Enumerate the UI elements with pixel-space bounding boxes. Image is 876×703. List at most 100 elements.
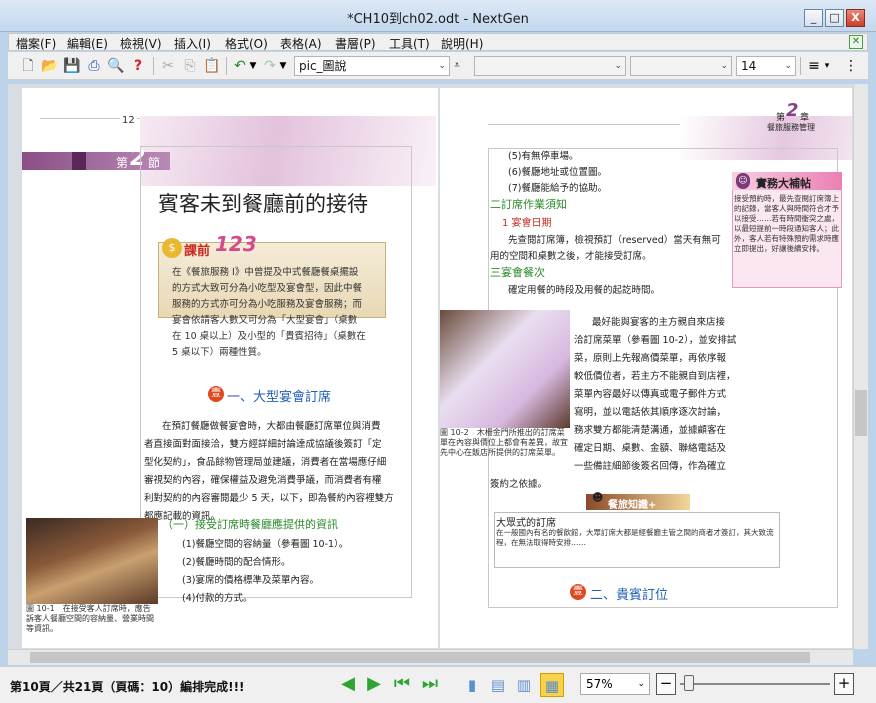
- maximize-button[interactable]: □: [825, 9, 844, 27]
- print-preview-icon[interactable]: 🔍: [106, 56, 126, 76]
- ruler-label: 12: [120, 115, 137, 126]
- status-bar: 第10頁／共21頁（頁碼：10）編排完成!!! ◀ ▶ ⏮ ⏭ ▮ ▤ ▥ ▦ …: [0, 666, 876, 703]
- section-badge: 壹: [208, 386, 224, 402]
- toolbar: 🗋 📂 💾 ⎙ 🔍 ? ✂ ⎘ 📋 ↶ ▼ ↷ ▼ pic_圖說 ⌄ ⩡ ⌄ ⌄…: [8, 52, 868, 80]
- section-prefix: 第: [116, 156, 129, 170]
- paragraph-style-select[interactable]: pic_圖說 ⌄: [294, 56, 450, 76]
- menu-insert[interactable]: 插入(I): [174, 35, 211, 52]
- two-page-view-icon[interactable]: ▥: [512, 673, 536, 697]
- print-icon[interactable]: ⎙: [84, 56, 104, 76]
- next-page-icon[interactable]: ▶: [364, 673, 384, 695]
- toolbar-overflow-icon[interactable]: ⋮: [844, 56, 858, 76]
- copy-icon[interactable]: ⎘: [180, 56, 200, 76]
- intro-line: 5 桌以下）兩種性質。: [172, 347, 267, 358]
- intro-line: 在 10 桌以上）及小型的「貴賓招待」（桌數在: [172, 331, 366, 342]
- first-page-icon[interactable]: ⏮: [392, 673, 412, 695]
- tip-box-text: 接受預約時，最先查閱訂席簿上的記錄，當客人與時間符合才予以接受……若有時間衝突之…: [734, 194, 839, 253]
- zoom-in-button[interactable]: +: [834, 673, 854, 695]
- style-menu-icon[interactable]: ⩡: [450, 56, 464, 76]
- chevron-down-icon: ⌄: [720, 61, 728, 71]
- font-name-select[interactable]: ⌄: [474, 56, 626, 76]
- coin-icon: $: [162, 238, 182, 258]
- font-style-select[interactable]: ⌄: [630, 56, 732, 76]
- redo-icon[interactable]: ↷: [260, 56, 280, 76]
- paragraph-style-value: pic_圖說: [299, 59, 347, 73]
- align-dropdown-icon[interactable]: ▾: [822, 56, 832, 76]
- align-left-icon[interactable]: ≡: [804, 56, 824, 76]
- zoom-slider-handle[interactable]: [684, 675, 694, 691]
- minimize-button[interactable]: _: [804, 9, 823, 27]
- cut-icon[interactable]: ✂: [158, 56, 178, 76]
- menu-edit[interactable]: 編輯(E): [67, 35, 108, 52]
- list-item: (5)有無停車場。: [508, 151, 579, 162]
- trivia-heading: 大眾式的訂席: [496, 518, 556, 529]
- chef-icon: ☻: [592, 491, 604, 504]
- font-size-select[interactable]: 14 ⌄: [736, 56, 796, 76]
- paste-icon[interactable]: 📋: [202, 56, 222, 76]
- pre-class-label: 課前: [184, 244, 211, 259]
- pre-class-digits: 123: [215, 232, 257, 256]
- body-line: 務求雙方都能清楚溝通，並據顧客在: [574, 425, 727, 436]
- list-item: (6)餐廳地址或位置圖。: [508, 167, 607, 178]
- right-page: 第 2 章 餐旅服務管理 (5)有無停車場。 (6)餐廳地址或位置圖。 (7)餐…: [440, 88, 852, 648]
- body-line: 一些備註細節後簽名回傳，作為確立: [574, 461, 727, 472]
- subsection-title: 二訂席作業須知: [490, 198, 567, 211]
- numbered-heading: 1 宴會日期: [502, 218, 552, 229]
- save-icon[interactable]: 💾: [62, 56, 82, 76]
- subsection-title: （一）接受訂席時餐廳應提供的資訊: [162, 518, 338, 531]
- zoom-value: 57%: [586, 677, 613, 691]
- two-row-view-icon[interactable]: ▤: [486, 673, 510, 697]
- last-page-icon[interactable]: ⏭: [420, 673, 440, 695]
- zoom-select[interactable]: 57% ⌄: [580, 673, 650, 695]
- person-icon: ☺: [736, 173, 750, 189]
- undo-icon[interactable]: ↶: [230, 56, 250, 76]
- list-item: (7)餐廳能給予的協助。: [508, 183, 607, 194]
- zoom-out-button[interactable]: −: [656, 673, 676, 695]
- window-title: *CH10到ch02.odt - NextGen: [347, 12, 529, 27]
- vertical-scrollbar[interactable]: [853, 84, 868, 649]
- close-document-icon[interactable]: ✕: [849, 35, 863, 49]
- chapter-number: 2: [786, 100, 799, 121]
- list-item: (2)餐廳時間的配合情形。: [182, 557, 291, 568]
- single-page-view-icon[interactable]: ▮: [460, 673, 484, 697]
- intro-line: 在《餐旅服務 I》中曾提及中式餐廳餐桌擺設: [172, 267, 359, 278]
- close-button[interactable]: X: [846, 9, 865, 27]
- undo-dropdown-icon[interactable]: ▼: [248, 56, 258, 76]
- body-line: 先查閱訂席簿，檢視預訂（reserved）當天有無可: [508, 235, 721, 246]
- body-line: 簽約之依據。: [490, 479, 548, 490]
- chapter-name: 餐旅服務管理: [767, 123, 815, 132]
- menu-layout[interactable]: 書層(P): [335, 35, 376, 52]
- section-badge: 壹: [570, 584, 586, 600]
- intro-line: 的方式大致可分為小吃型及宴會型，因此中餐: [172, 283, 363, 294]
- zoom-slider[interactable]: [680, 683, 830, 685]
- subsection-title: 三宴會餐次: [490, 266, 545, 279]
- intro-line: 服務的方式亦可分為小吃服務及宴會服務；而: [172, 299, 363, 310]
- vertical-scroll-thumb[interactable]: [855, 390, 867, 436]
- horizontal-scroll-thumb[interactable]: [30, 652, 810, 663]
- open-folder-icon[interactable]: 📂: [40, 56, 60, 76]
- grid-view-icon[interactable]: ▦: [540, 673, 564, 697]
- body-line: 確定日期、桌數、金額、聯絡電話及: [574, 443, 727, 454]
- intro-line: 宴會依請客人數又可分為「大型宴會」（桌數: [172, 315, 358, 326]
- redo-dropdown-icon[interactable]: ▼: [278, 56, 288, 76]
- new-document-icon[interactable]: 🗋: [18, 56, 38, 76]
- menu-file[interactable]: 檔案(F): [16, 35, 56, 52]
- previous-page-icon[interactable]: ◀: [338, 673, 358, 695]
- body-line: 用的空間和桌數之後，才能接受訂席。: [490, 251, 652, 262]
- body-line: 型化契約」，食品餘物管理局並建議，消費者在當場應仔細: [144, 457, 387, 468]
- body-line: 最好能與宴客的主方親自來店接: [592, 317, 726, 328]
- menu-tools[interactable]: 工具(T): [389, 35, 430, 52]
- menu-format[interactable]: 格式(O): [225, 35, 268, 52]
- document-canvas[interactable]: 12 第 2 節 賓客未到餐廳前的接待 $ 課前 123 在《餐旅服務 I》中曾…: [8, 84, 853, 649]
- body-line: 菜，原則上先報高價菜單，再依序報: [574, 353, 727, 364]
- horizontal-scrollbar[interactable]: [8, 649, 853, 665]
- font-size-value: 14: [741, 59, 757, 73]
- body-line: 寫明，並以電話依其順序逐次討論，: [574, 407, 727, 418]
- menu-view[interactable]: 檢視(V): [120, 35, 162, 52]
- menu-table[interactable]: 表格(A): [280, 35, 322, 52]
- help-icon[interactable]: ?: [128, 56, 148, 76]
- body-line: 較低價位者，若主方不能親自到店裡，: [574, 371, 736, 382]
- figure-caption: 圖 10-2 木柵金門所推出的訂席菜單在內容與價位上都會有差異，故宜先中心在飯店…: [440, 428, 568, 457]
- menu-help[interactable]: 說明(H): [441, 35, 483, 52]
- tip-box-title: 實務大補帖: [756, 177, 811, 190]
